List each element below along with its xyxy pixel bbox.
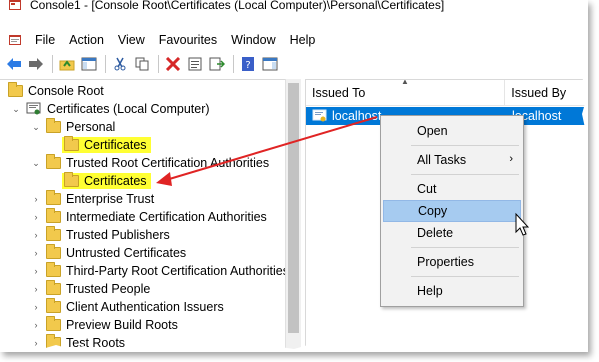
- torn-edge-right: [580, 0, 588, 352]
- torn-edge-bottom: [0, 345, 588, 352]
- annotation-arrow: [165, 116, 378, 181]
- screenshot-frame: Console1 - [Console Root\Certificates (L…: [0, 0, 588, 352]
- arrow-head-icon: [156, 172, 172, 186]
- mouse-cursor-icon: [515, 212, 530, 236]
- annotation-layer: [156, 116, 530, 236]
